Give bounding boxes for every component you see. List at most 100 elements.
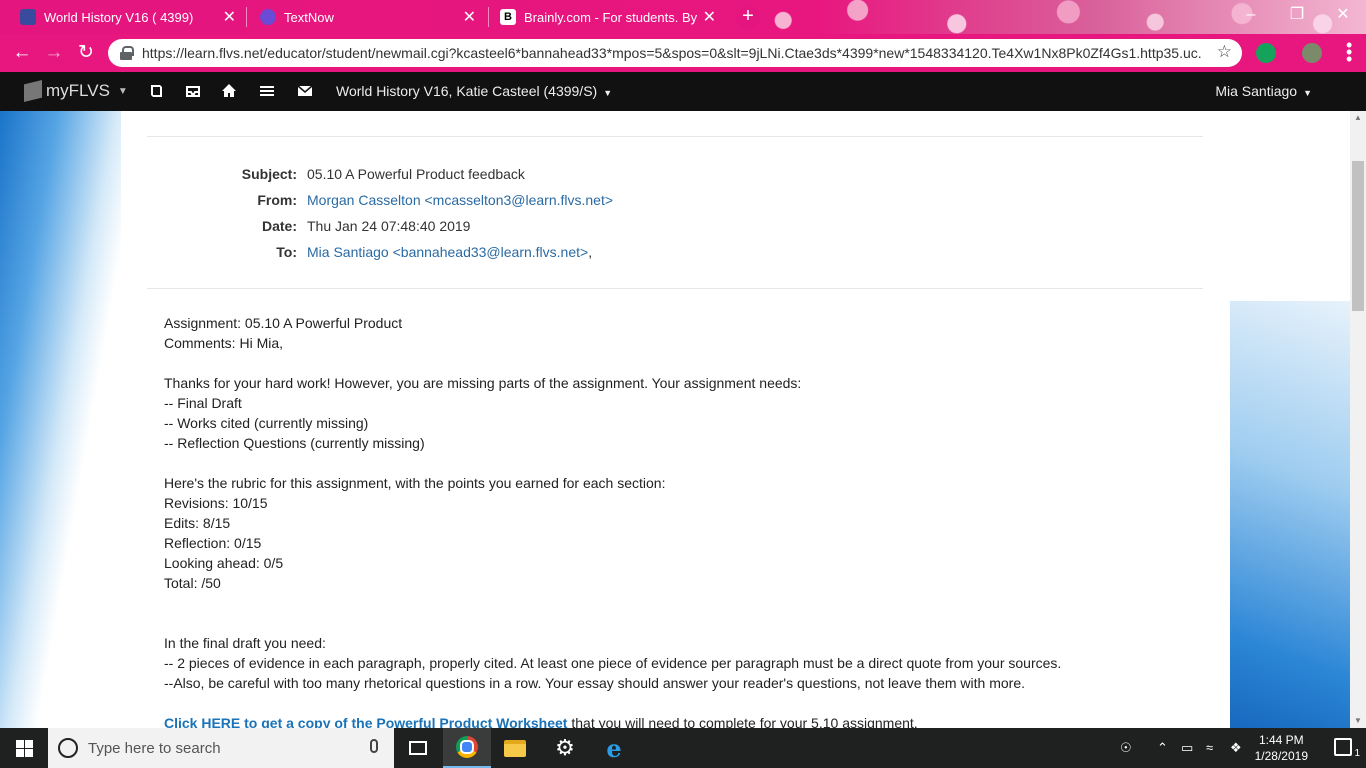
- browser-tab-strip: World History V16 ( 4399) ✕ TextNow ✕ B …: [0, 0, 1366, 34]
- dropbox-icon[interactable]: ❖: [1230, 740, 1242, 756]
- forward-arrow-icon[interactable]: →: [40, 40, 68, 66]
- worksheet-link[interactable]: Click HERE to get a copy of the Powerful…: [164, 715, 567, 728]
- final-draft-item: --Also, be careful with too many rhetori…: [164, 675, 1025, 691]
- tab-separator: [488, 7, 489, 27]
- close-window-icon[interactable]: ✕: [1320, 0, 1366, 32]
- inbox-icon[interactable]: [185, 83, 201, 99]
- assignment-line: Assignment: 05.10 A Powerful Product: [164, 315, 403, 331]
- needs-item: -- Final Draft: [164, 395, 242, 411]
- divider: [147, 136, 1203, 137]
- back-arrow-icon[interactable]: ←: [8, 40, 36, 66]
- page-scrollbar[interactable]: ▲ ▼: [1350, 111, 1366, 728]
- to-label: To:: [276, 244, 297, 260]
- thanks-line: Thanks for your hard work! However, you …: [164, 375, 802, 391]
- tab-close-icon[interactable]: ✕: [703, 7, 716, 27]
- subject-label: Subject:: [241, 166, 297, 182]
- taskbar-search[interactable]: Type here to search: [48, 728, 394, 768]
- book-icon[interactable]: [148, 83, 164, 99]
- needs-item: -- Reflection Questions (currently missi…: [164, 435, 425, 451]
- taskbar-settings[interactable]: ⚙: [541, 728, 589, 768]
- reload-icon[interactable]: ↻: [72, 40, 100, 66]
- home-icon[interactable]: [221, 83, 237, 99]
- folder-icon: [504, 739, 526, 757]
- user-menu[interactable]: Mia Santiago ▼: [1215, 83, 1312, 99]
- date-row: Date: Thu Jan 24 07:48:40 2019: [121, 218, 1228, 238]
- new-tab-button[interactable]: +: [736, 5, 760, 29]
- tab-title: World History V16 ( 4399): [44, 9, 194, 25]
- scroll-up-icon[interactable]: ▲: [1350, 111, 1366, 125]
- subject-row: Subject: 05.10 A Powerful Product feedba…: [121, 166, 1228, 186]
- wifi-icon[interactable]: ≈: [1206, 740, 1213, 755]
- profile-avatar-icon[interactable]: [1302, 43, 1322, 63]
- rubric-intro: Here's the rubric for this assignment, w…: [164, 475, 666, 491]
- taskbar-internet-explorer[interactable]: e: [590, 728, 638, 768]
- worksheet-line: Click HERE to get a copy of the Powerful…: [164, 713, 1184, 728]
- grammarly-extension-icon[interactable]: [1256, 43, 1276, 63]
- mail-icon[interactable]: [297, 83, 313, 99]
- cortana-icon: [58, 738, 78, 758]
- scrollbar-thumb[interactable]: [1352, 161, 1364, 311]
- worksheet-suffix: that you will need to complete for your …: [567, 715, 918, 728]
- system-clock[interactable]: 1:44 PM 1/28/2019: [1255, 732, 1308, 764]
- battery-icon[interactable]: ▭: [1181, 740, 1193, 756]
- from-link[interactable]: Morgan Casselton <mcasselton3@learn.flvs…: [307, 192, 613, 208]
- microphone-icon[interactable]: [370, 739, 378, 753]
- flvs-logo-icon: [24, 80, 42, 102]
- rubric-item: Revisions: 10/15: [164, 495, 268, 511]
- taskbar-chrome[interactable]: [443, 728, 491, 768]
- myflvs-menu[interactable]: myFLVS ▼: [24, 80, 128, 102]
- flvs-nav-bar: myFLVS ▼ World History V16, Katie Castee…: [0, 72, 1366, 111]
- to-row: To: Mia Santiago <bannahead33@learn.flvs…: [121, 244, 1228, 264]
- subject-value: 05.10 A Powerful Product feedback: [307, 166, 525, 182]
- needs-item: -- Works cited (currently missing): [164, 415, 369, 431]
- tab-textnow[interactable]: TextNow ✕: [250, 0, 486, 34]
- user-name: Mia Santiago: [1215, 83, 1298, 99]
- to-link[interactable]: Mia Santiago <bannahead33@learn.flvs.net…: [307, 244, 588, 260]
- from-row: From: Morgan Casselton <mcasselton3@lear…: [121, 192, 1228, 212]
- final-draft-intro: In the final draft you need:: [164, 635, 326, 651]
- minimize-icon[interactable]: –: [1228, 0, 1274, 32]
- lock-icon[interactable]: [120, 46, 134, 60]
- gear-icon: ⚙: [555, 735, 575, 760]
- tab-brainly[interactable]: B Brainly.com - For students. By stu ✕: [490, 0, 726, 34]
- rubric-item: Reflection: 0/15: [164, 535, 262, 551]
- chevron-down-icon: ▼: [1303, 88, 1312, 98]
- search-placeholder[interactable]: Type here to search: [88, 740, 221, 757]
- to-value: Mia Santiago <bannahead33@learn.flvs.net…: [307, 244, 592, 260]
- taskbar-file-explorer[interactable]: [491, 728, 539, 768]
- tab-close-icon[interactable]: ✕: [463, 7, 476, 27]
- date-value: Thu Jan 24 07:48:40 2019: [307, 218, 471, 234]
- tab-separator: [246, 7, 247, 27]
- tab-title: Brainly.com - For students. By stu: [524, 9, 697, 25]
- tab-world-history[interactable]: World History V16 ( 4399) ✕: [10, 0, 246, 34]
- url-text[interactable]: https://learn.flvs.net/educator/student/…: [142, 45, 1202, 61]
- people-icon[interactable]: ☉: [1120, 740, 1132, 756]
- course-selector[interactable]: World History V16, Katie Casteel (4399/S…: [336, 83, 612, 99]
- comments-line: Comments: Hi Mia,: [164, 335, 284, 351]
- tab-close-icon[interactable]: ✕: [223, 7, 236, 27]
- final-draft-item: -- 2 pieces of evidence in each paragrap…: [164, 655, 1062, 671]
- clock-date: 1/28/2019: [1254, 749, 1308, 763]
- windows-taskbar: Type here to search ⚙ e ☉ ⌃ ▭ ≈ ❖ 1:44 P…: [0, 728, 1366, 768]
- flvs-favicon-icon: [20, 9, 36, 25]
- scroll-down-icon[interactable]: ▼: [1350, 714, 1366, 728]
- rubric-item: Looking ahead: 0/5: [164, 555, 284, 571]
- action-center-icon[interactable]: [1334, 738, 1352, 756]
- date-label: Date:: [261, 218, 297, 234]
- tab-title: TextNow: [284, 9, 334, 25]
- chrome-icon: [456, 736, 478, 758]
- notification-count: 1: [1354, 748, 1360, 759]
- windows-start-icon[interactable]: [16, 740, 33, 757]
- to-suffix: ,: [588, 244, 593, 260]
- task-view-button[interactable]: [394, 728, 442, 768]
- from-label: From:: [257, 192, 297, 208]
- restore-icon[interactable]: ❐: [1274, 0, 1320, 32]
- chevron-down-icon: ▼: [603, 88, 613, 98]
- list-menu-icon[interactable]: [259, 83, 275, 99]
- address-bar[interactable]: https://learn.flvs.net/educator/student/…: [108, 39, 1242, 67]
- bookmark-star-icon[interactable]: ☆: [1217, 42, 1232, 62]
- rubric-item: Edits: 8/15: [164, 515, 231, 531]
- chevron-up-icon[interactable]: ⌃: [1157, 740, 1168, 756]
- more-menu-icon[interactable]: • • •: [1346, 36, 1352, 68]
- internet-explorer-icon: e: [606, 733, 622, 763]
